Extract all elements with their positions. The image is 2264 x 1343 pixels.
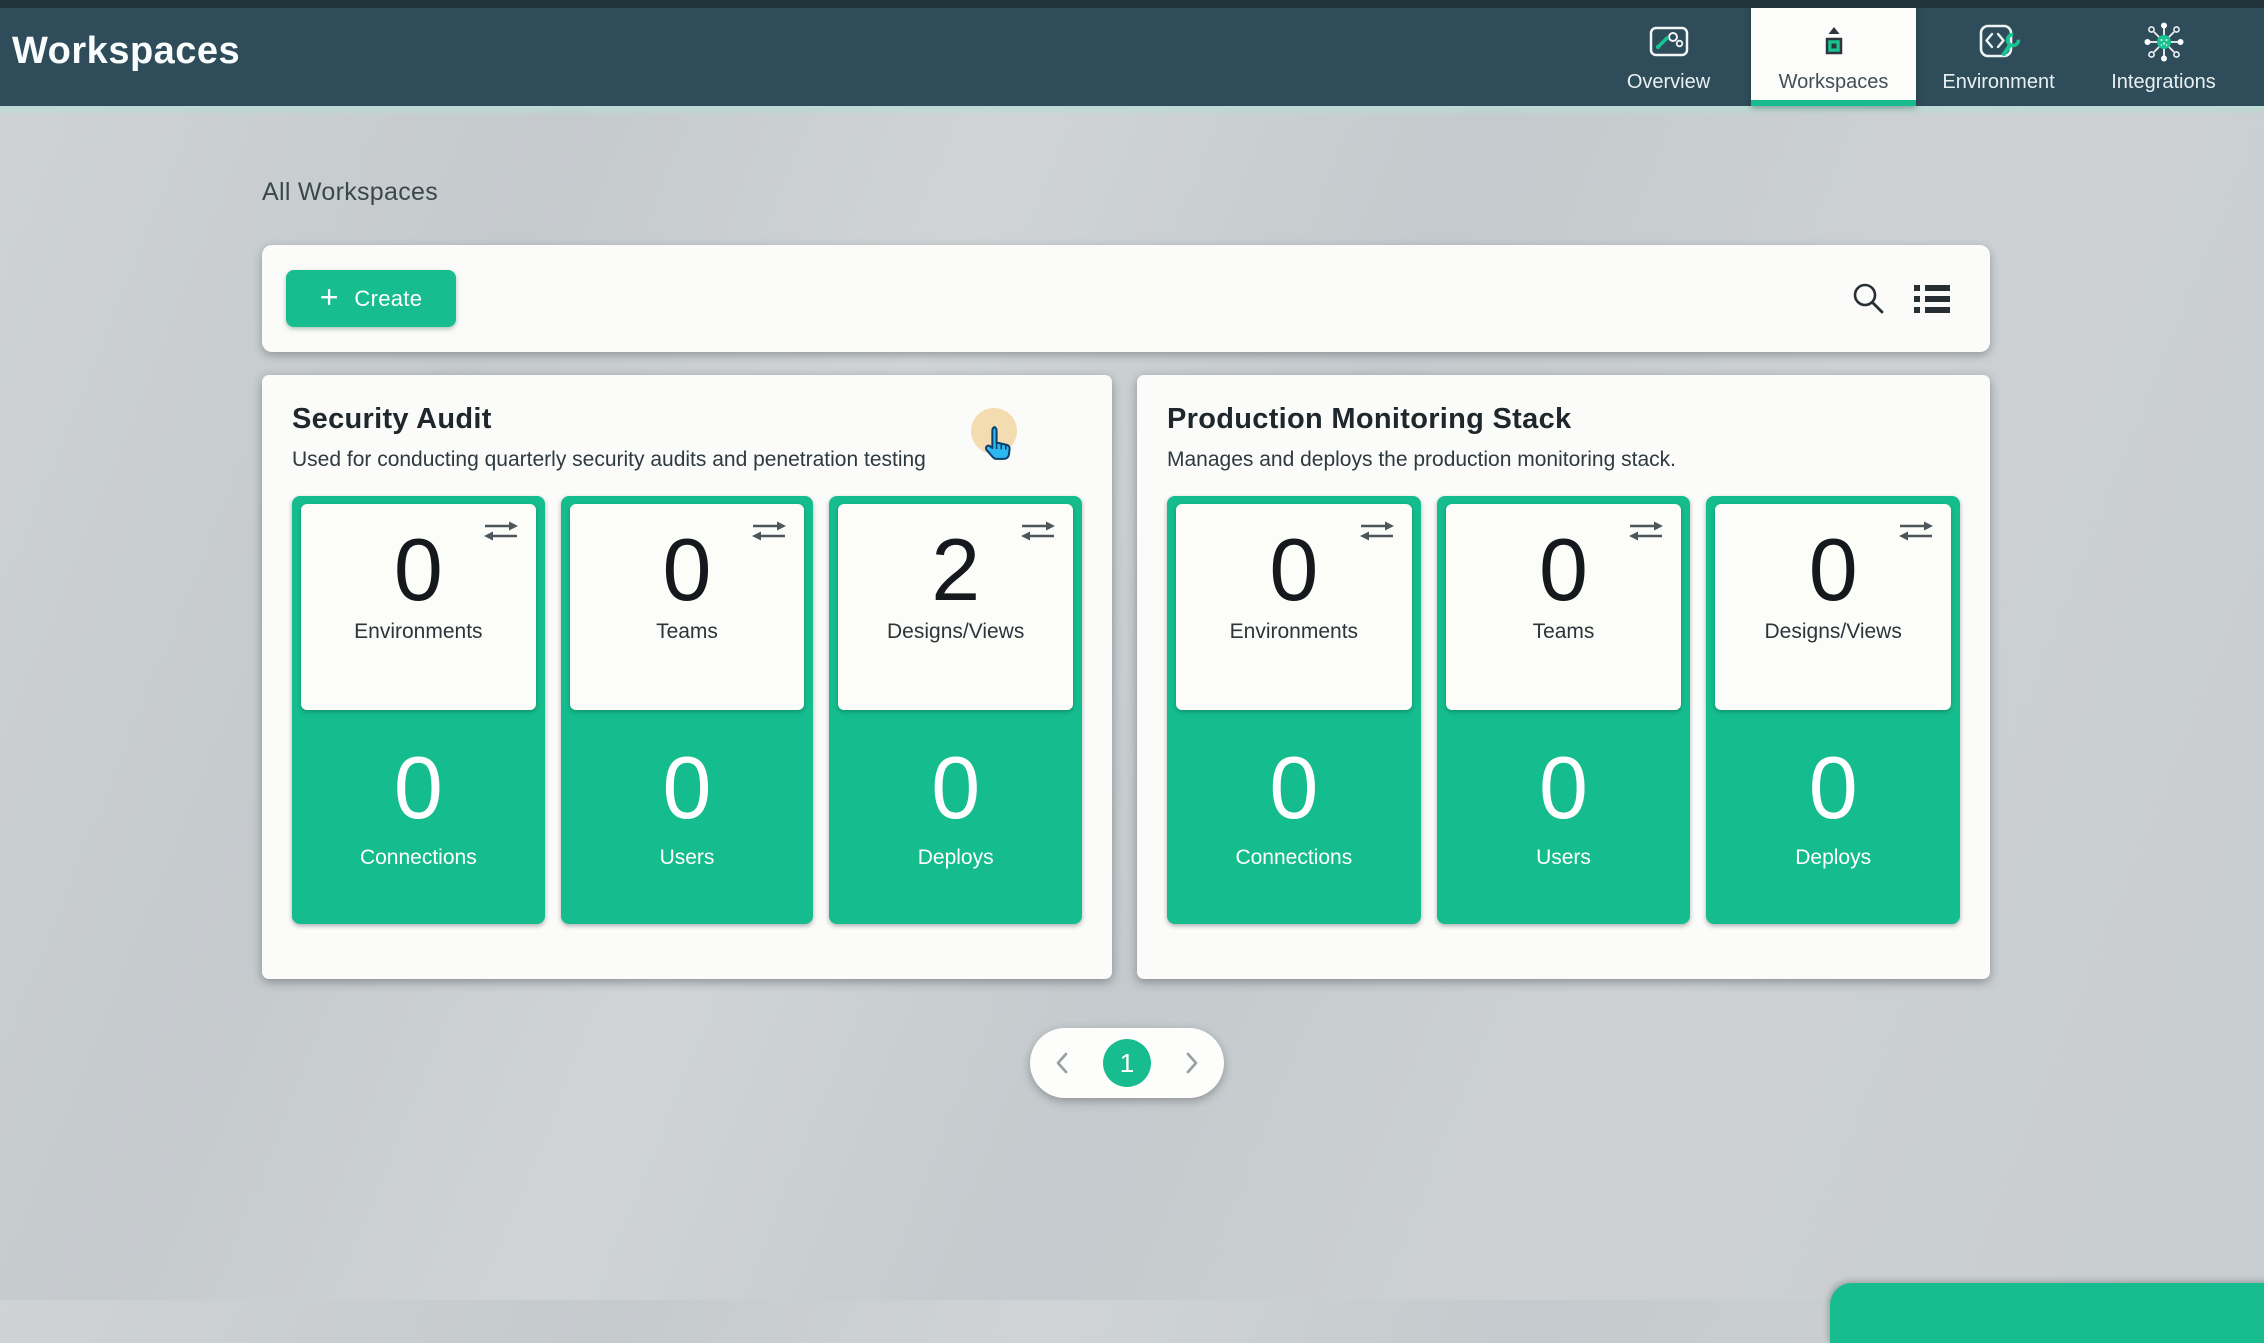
swap-arrows-icon[interactable] (1627, 518, 1665, 549)
tab-integrations[interactable]: Integrations (2081, 0, 2246, 106)
workspace-title: Security Audit (292, 403, 1082, 436)
stat-label: Users (1437, 846, 1691, 870)
app-header: Workspaces Overview (0, 0, 2264, 106)
stat-label: Connections (292, 846, 545, 870)
tab-label: Integrations (2111, 71, 2216, 94)
tab-label: Environment (1942, 71, 2054, 94)
chevron-left-icon[interactable] (1054, 1051, 1070, 1075)
workspace-description: Used for conducting quarterly security a… (292, 448, 1082, 472)
workspace-description: Manages and deploys the production monit… (1167, 448, 1960, 472)
stat-tile-bottom: 0 Users (561, 710, 814, 924)
stat-value: 0 (1437, 746, 1691, 830)
hand-cursor-icon (981, 424, 1015, 469)
create-button[interactable]: + Create (286, 270, 456, 327)
environment-icon (1975, 22, 2023, 62)
stat-tile-top: 2 Designs/Views (838, 504, 1073, 710)
swap-arrows-icon[interactable] (750, 518, 788, 549)
header-bottom-glow (0, 106, 2264, 116)
stat-label: Designs/Views (1715, 620, 1951, 644)
workspace-title: Production Monitoring Stack (1167, 403, 1960, 436)
stat-tile-teams-users[interactable]: 0 Teams 0 Users (1437, 496, 1691, 924)
stat-tile-environments-connections[interactable]: 0 Environments 0 Connections (1167, 496, 1421, 924)
stat-tile-designs-deploys[interactable]: 2 Designs/Views 0 Deploys (829, 496, 1082, 924)
page-title: All Workspaces (262, 178, 438, 207)
stat-label: Environments (1176, 620, 1412, 644)
stat-tiles: 0 Environments 0 Connections 0 (292, 496, 1082, 924)
swap-arrows-icon[interactable] (482, 518, 520, 549)
stat-tile-bottom: 0 Deploys (829, 710, 1082, 924)
search-icon[interactable] (1851, 281, 1887, 317)
stat-label: Teams (570, 620, 805, 644)
swap-arrows-icon[interactable] (1358, 518, 1396, 549)
stat-value: 0 (561, 746, 814, 830)
stat-tile-teams-users[interactable]: 0 Teams 0 Users (561, 496, 814, 924)
stat-tile-designs-deploys[interactable]: 0 Designs/Views 0 Deploys (1706, 496, 1960, 924)
pagination: 1 (1030, 1028, 1224, 1098)
tab-label: Overview (1627, 71, 1710, 94)
stat-value: 0 (1706, 746, 1960, 830)
overview-icon (1647, 22, 1691, 62)
stat-value: 0 (829, 746, 1082, 830)
swap-arrows-icon[interactable] (1019, 518, 1057, 549)
integrations-icon (2143, 22, 2185, 62)
stat-tile-top: 0 Teams (1446, 504, 1682, 710)
stat-tile-top: 0 Environments (301, 504, 536, 710)
stat-tile-top: 0 Environments (1176, 504, 1412, 710)
stat-tile-environments-connections[interactable]: 0 Environments 0 Connections (292, 496, 545, 924)
stat-value: 0 (292, 746, 545, 830)
stat-tile-top: 0 Teams (570, 504, 805, 710)
header-top-stripe (0, 0, 2264, 8)
swap-arrows-icon[interactable] (1897, 518, 1935, 549)
app-title: Workspaces (12, 30, 240, 73)
stat-value: 0 (1167, 746, 1421, 830)
stat-tile-bottom: 0 Users (1437, 710, 1691, 924)
chevron-right-icon[interactable] (1184, 1051, 1200, 1075)
top-nav: Overview Workspaces (1586, 0, 2246, 106)
stat-label: Users (561, 846, 814, 870)
active-tab-underline (1751, 100, 1916, 106)
workspaces-toolbar: + Create (262, 245, 1990, 352)
stat-label: Deploys (1706, 846, 1960, 870)
stat-tile-bottom: 0 Connections (1167, 710, 1421, 924)
workspace-card-production-monitoring[interactable]: Production Monitoring Stack Manages and … (1137, 375, 1990, 979)
stat-label: Environments (301, 620, 536, 644)
list-view-icon[interactable] (1914, 285, 1950, 313)
tab-workspaces[interactable]: Workspaces (1751, 0, 1916, 106)
stat-label: Teams (1446, 620, 1682, 644)
stat-tile-bottom: 0 Deploys (1706, 710, 1960, 924)
create-button-label: Create (354, 286, 422, 312)
workspaces-icon (1819, 22, 1849, 62)
corner-notification-panel[interactable] (1830, 1283, 2264, 1343)
plus-icon: + (320, 281, 339, 313)
stat-tiles: 0 Environments 0 Connections 0 (1167, 496, 1960, 924)
tab-overview[interactable]: Overview (1586, 0, 1751, 106)
stat-tile-bottom: 0 Connections (292, 710, 545, 924)
stat-label: Connections (1167, 846, 1421, 870)
page-number-button[interactable]: 1 (1103, 1039, 1151, 1087)
tab-environment[interactable]: Environment (1916, 0, 2081, 106)
tab-label: Workspaces (1779, 71, 1889, 94)
stat-tile-top: 0 Designs/Views (1715, 504, 1951, 710)
stat-label: Deploys (829, 846, 1082, 870)
stat-label: Designs/Views (838, 620, 1073, 644)
